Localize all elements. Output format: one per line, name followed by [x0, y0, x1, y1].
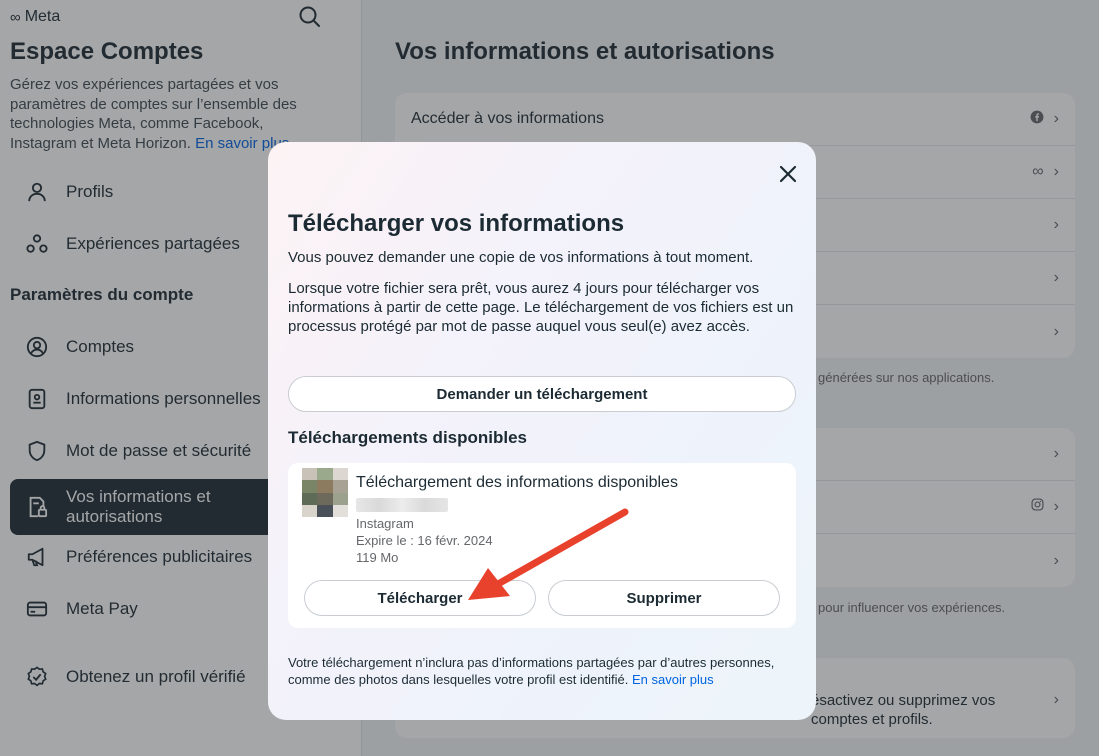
download-source: Instagram	[356, 516, 414, 531]
download-size: 119 Mo	[356, 550, 399, 565]
download-button[interactable]: Télécharger	[304, 580, 536, 616]
close-icon[interactable]	[776, 162, 800, 186]
download-item-title: Téléchargement des informations disponib…	[356, 474, 678, 491]
available-downloads-heading: Téléchargements disponibles	[288, 428, 528, 447]
dialog-title: Télécharger vos informations	[288, 210, 625, 237]
download-expiry: Expire le : 16 févr. 2024	[356, 533, 493, 548]
dialog-intro: Vous pouvez demander une copie de vos in…	[288, 249, 754, 266]
footer-learn-more-link[interactable]: En savoir plus	[632, 672, 714, 687]
download-info-dialog: Télécharger vos informations Vous pouvez…	[268, 142, 816, 720]
download-item: Téléchargement des informations disponib…	[288, 463, 796, 628]
delete-button[interactable]: Supprimer	[548, 580, 780, 616]
dialog-description: Lorsque votre fichier sera prêt, vous au…	[288, 280, 794, 335]
blurred-username	[356, 498, 448, 512]
dialog-footer: Votre téléchargement n’inclura pas d’inf…	[288, 654, 798, 688]
blurred-avatar	[302, 468, 348, 517]
request-download-button[interactable]: Demander un téléchargement	[288, 376, 796, 412]
